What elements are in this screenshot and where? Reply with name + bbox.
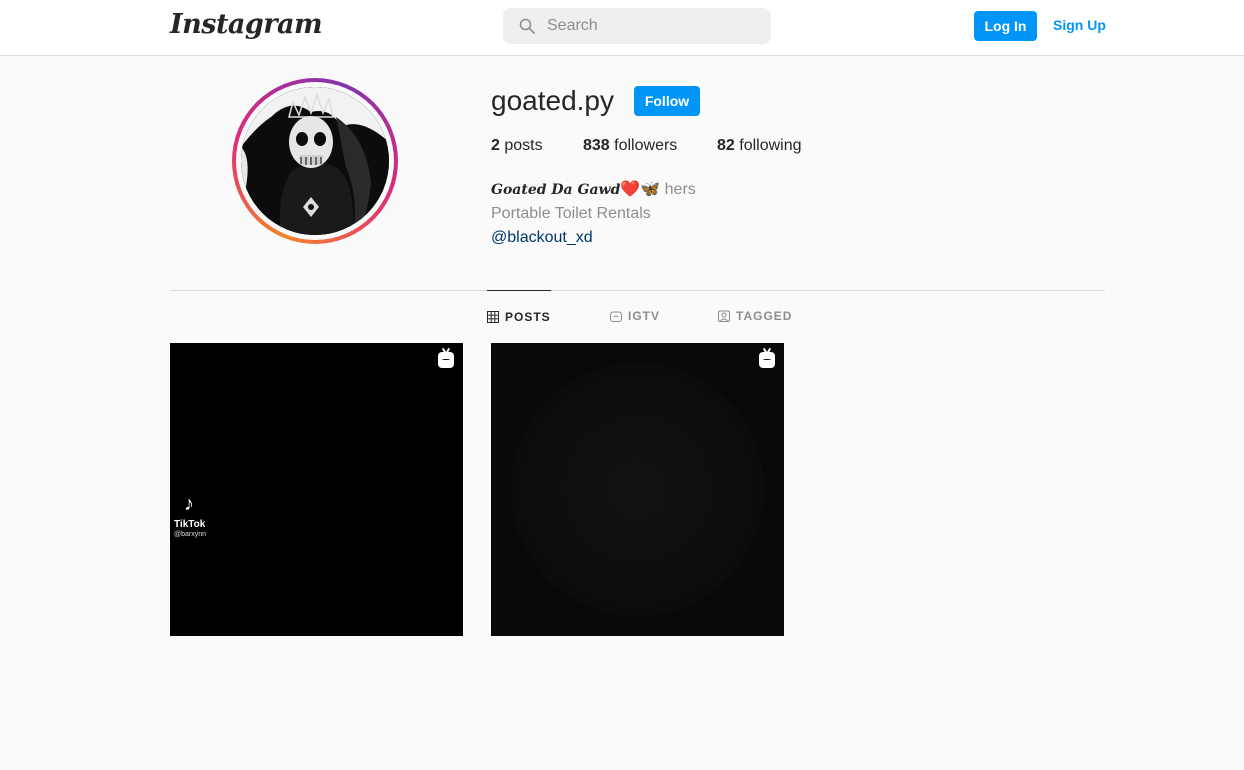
bio-display-name: Goated Da Gawd	[491, 182, 621, 198]
followers-count: 838	[583, 137, 610, 154]
igtv-badge-icon	[438, 352, 454, 368]
tab-label: IGTV	[628, 309, 661, 323]
tab-igtv[interactable]: IGTV	[610, 290, 660, 342]
tiktok-username: @barxynn	[174, 531, 207, 538]
instagram-logo[interactable]: Instagram	[170, 9, 323, 40]
search-icon	[519, 18, 535, 34]
igtv-icon	[610, 311, 622, 322]
bio-name-line: Goated Da Gawd❤️🦋 hers	[491, 178, 696, 202]
followers-stat[interactable]: 838 followers	[583, 137, 677, 155]
avatar-skull-king-image	[241, 87, 389, 235]
bio-category: Portable Toilet Rentals	[491, 205, 651, 222]
profile-bio: Goated Da Gawd❤️🦋 hers Portable Toilet R…	[491, 178, 696, 250]
posts-count: 2	[491, 137, 500, 154]
tab-label: POSTS	[505, 309, 551, 324]
posts-stat: 2 posts	[491, 137, 543, 155]
following-stat[interactable]: 82 following	[717, 137, 802, 155]
signup-link[interactable]: Sign Up	[1053, 17, 1106, 33]
bio-emoji: ❤️🦋	[620, 181, 661, 198]
tab-posts[interactable]: POSTS	[487, 290, 551, 342]
following-count: 82	[717, 137, 735, 154]
grid-icon	[487, 310, 499, 323]
follow-button[interactable]: Follow	[634, 86, 700, 116]
post-thumbnail[interactable]	[491, 343, 784, 636]
tiktok-icon: ♪	[184, 493, 194, 515]
avatar	[241, 87, 389, 235]
avatar-story-ring[interactable]	[232, 78, 398, 244]
bio-mention-link[interactable]: @blackout_xd	[491, 226, 696, 250]
following-label: following	[739, 137, 802, 154]
followers-label: followers	[614, 137, 678, 154]
top-nav-bar: Instagram Log In Sign Up	[0, 0, 1244, 56]
tiktok-brand: TikTok	[174, 519, 206, 530]
login-button[interactable]: Log In	[974, 11, 1037, 41]
tagged-icon	[718, 310, 730, 322]
post-thumbnail[interactable]: ♪ TikTok @barxynn	[170, 343, 463, 636]
tab-label: TAGGED	[736, 309, 793, 323]
bio-pronouns: hers	[664, 181, 696, 198]
tab-tagged[interactable]: TAGGED	[718, 290, 792, 342]
igtv-badge-icon	[759, 352, 775, 368]
search-input[interactable]	[547, 8, 762, 44]
search-box[interactable]	[503, 8, 771, 44]
posts-label: posts	[504, 137, 543, 154]
profile-username: goated.py	[491, 85, 614, 116]
